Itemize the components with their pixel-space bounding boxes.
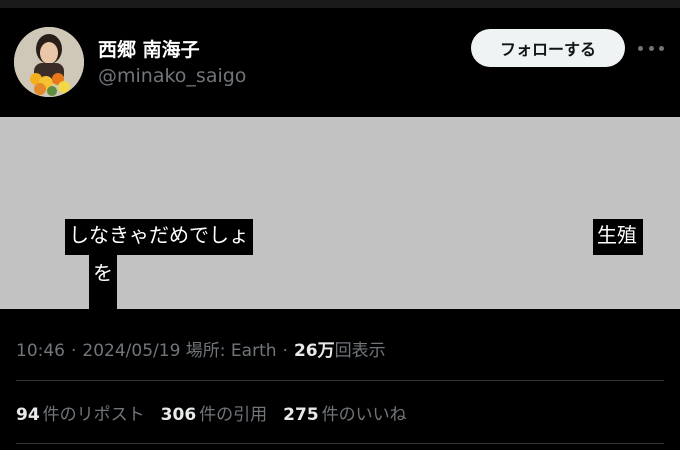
follow-button[interactable]: フォローする	[471, 29, 625, 67]
post-location: 場所: Earth	[185, 341, 277, 361]
post-date[interactable]: 2024/05/19	[82, 341, 180, 361]
quotes-count: 306	[160, 405, 197, 425]
meta-separator: ·	[282, 341, 288, 361]
reposts-stat[interactable]: 94 件のリポスト	[16, 400, 145, 425]
likes-stat[interactable]: 275 件のいいね	[283, 400, 407, 425]
post-meta: 10:46 · 2024/05/19 場所: Earth · 26万回表示	[16, 336, 386, 361]
more-options-icon[interactable]	[638, 38, 664, 58]
quotes-stat[interactable]: 306 件の引用	[161, 400, 268, 425]
likes-label: 件のいいね	[321, 405, 407, 425]
more-dot	[638, 45, 643, 51]
image-text-line2: 生殖	[593, 219, 643, 255]
likes-count: 275	[283, 405, 319, 425]
image-text-line3: を	[89, 253, 117, 317]
engagement-stats: 94 件のリポスト 306 件の引用 275 件のいいね	[16, 400, 423, 425]
divider	[16, 443, 664, 444]
divider	[16, 380, 664, 381]
reposts-label: 件のリポスト	[42, 405, 145, 425]
meta-separator: ·	[71, 341, 77, 361]
top-edge-bar	[0, 0, 680, 8]
views-count: 26万	[293, 341, 335, 361]
more-dot	[659, 45, 664, 51]
author-handle[interactable]: @minako_saigo	[98, 65, 246, 87]
reposts-count: 94	[16, 405, 40, 425]
more-dot	[648, 45, 654, 51]
author-display-name[interactable]: 西郷 南海子	[98, 35, 200, 62]
views-label: 回表示	[334, 341, 386, 361]
post-time[interactable]: 10:46	[16, 341, 65, 361]
image-text-line1: しなきゃだめでしょ	[65, 219, 253, 255]
quotes-label: 件の引用	[199, 405, 268, 425]
avatar[interactable]	[14, 27, 84, 97]
